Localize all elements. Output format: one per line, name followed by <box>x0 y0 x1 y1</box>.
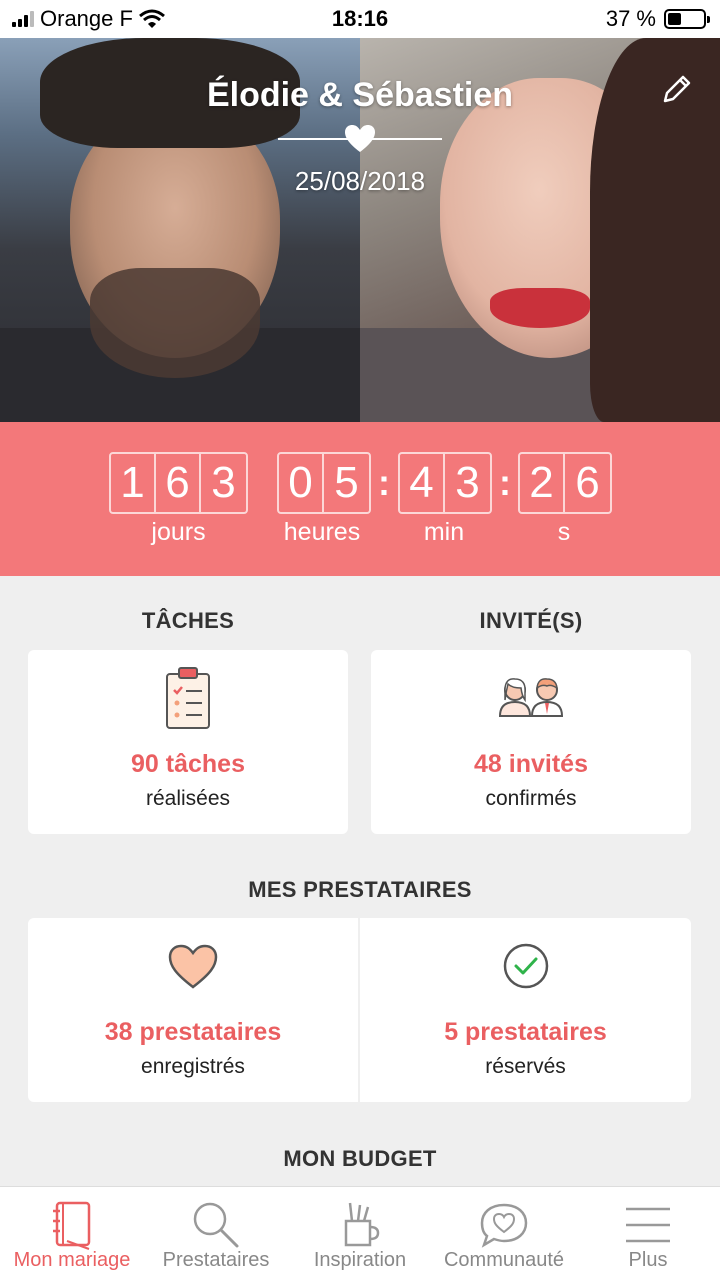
digit: 0 <box>279 454 324 512</box>
saved-vendors-card[interactable]: 38 prestataires enregistrés <box>28 918 358 1102</box>
couple-guests-icon <box>498 678 564 717</box>
saved-vendors-count: 38 prestataires <box>104 1018 282 1046</box>
tab-prestataires[interactable]: Prestataires <box>144 1187 288 1280</box>
tasks-sub: réalisées <box>145 787 231 810</box>
tab-inspiration[interactable]: Inspiration <box>288 1187 432 1280</box>
days-label: jours <box>151 518 206 546</box>
chat-heart-icon <box>480 1203 528 1248</box>
guests-title: INVITÉ(S) <box>479 608 583 633</box>
guests-card[interactable]: 48 invités confirmés <box>371 650 691 834</box>
couple-header: Élodie & Sébastien 25/08/2018 <box>0 38 720 422</box>
tab-label: Prestataires <box>162 1249 270 1271</box>
colon-separator: : <box>378 462 390 503</box>
couple-names: Élodie & Sébastien <box>206 76 514 114</box>
tab-label: Inspiration <box>313 1249 407 1271</box>
hours-label: heures <box>283 518 361 546</box>
tasks-count: 90 tâches <box>131 750 245 778</box>
minutes-label: min <box>423 518 465 546</box>
pencil-cup-icon <box>344 1202 380 1247</box>
minutes-digits: 4 3 <box>398 452 492 514</box>
digit: 3 <box>211 458 236 507</box>
tab-plus[interactable]: Plus <box>576 1187 720 1280</box>
digit: 1 <box>111 454 156 512</box>
tab-communaute[interactable]: Communauté <box>432 1187 576 1280</box>
countdown-panel: 1 6 3 0 5 : 4 3 : 2 6 jours heures min s <box>0 422 720 576</box>
heart-icon <box>168 944 218 989</box>
search-icon <box>193 1202 239 1248</box>
wedding-date: 25/08/2018 <box>294 166 426 196</box>
seconds-label: s <box>557 518 571 546</box>
bottom-tab-bar: Mon mariage Prestataires Inspiration Com… <box>0 1186 720 1280</box>
tasks-card[interactable]: 90 tâches réalisées <box>28 650 348 834</box>
menu-icon <box>626 1207 670 1243</box>
tab-mon-mariage[interactable]: Mon mariage <box>0 1187 144 1280</box>
digit: 6 <box>575 458 600 507</box>
tab-label: Plus <box>628 1249 668 1271</box>
colon-separator: : <box>499 462 511 503</box>
clipboard-checklist-icon <box>166 667 210 729</box>
days-digits: 1 6 3 <box>109 452 248 514</box>
edit-pencil-icon[interactable] <box>660 72 694 106</box>
tasks-title: TÂCHES <box>141 608 235 633</box>
digit: 5 <box>334 458 359 507</box>
digit: 2 <box>520 454 565 512</box>
tab-label: Communauté <box>443 1249 565 1271</box>
booked-vendors-card[interactable]: 5 prestataires réservés <box>360 918 691 1102</box>
battery-icon <box>664 9 710 29</box>
notebook-icon <box>53 1201 91 1250</box>
digit: 6 <box>156 454 201 512</box>
tab-label: Mon mariage <box>13 1249 131 1271</box>
guests-count: 48 invités <box>474 750 588 778</box>
battery-percent: 37 % <box>605 6 656 31</box>
booked-vendors-count: 5 prestataires <box>444 1018 607 1046</box>
guests-sub: confirmés <box>485 787 577 810</box>
vendors-title: MES PRESTATAIRES <box>248 877 472 902</box>
hours-digits: 0 5 <box>277 452 371 514</box>
saved-vendors-sub: enregistrés <box>141 1055 245 1078</box>
booked-vendors-sub: réservés <box>485 1055 566 1078</box>
seconds-digits: 2 6 <box>518 452 612 514</box>
status-bar: Orange F 18:16 37 % <box>0 0 720 38</box>
digit: 4 <box>400 454 445 512</box>
budget-title: MON BUDGET <box>283 1146 437 1171</box>
checkmark-circle-icon <box>503 943 548 989</box>
heart-icon <box>345 125 375 152</box>
digit: 3 <box>455 458 480 507</box>
